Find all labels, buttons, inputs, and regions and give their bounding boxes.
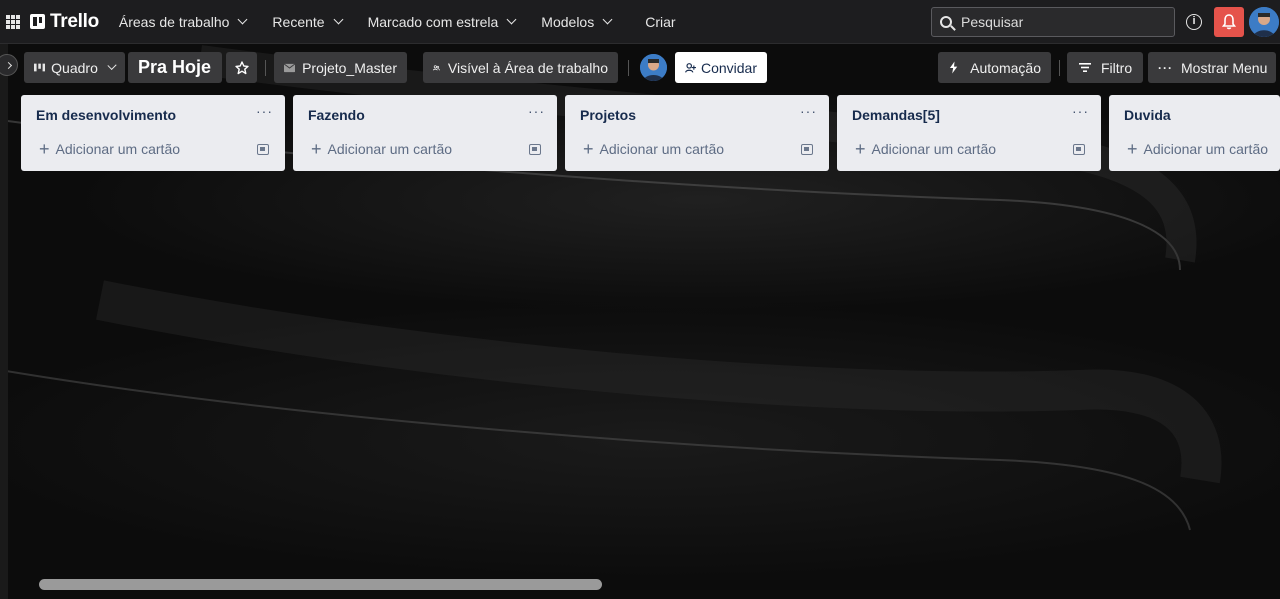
member-avatar[interactable] — [640, 54, 667, 81]
left-edge-strip — [0, 44, 8, 599]
more-icon[interactable]: ··· — [256, 103, 273, 119]
board-view-icon — [34, 63, 46, 72]
list-column[interactable]: Em desenvolvimento ··· + Adicionar um ca… — [21, 95, 285, 171]
visibility-button[interactable]: Visível à Área de trabalho — [423, 52, 618, 83]
horizontal-scrollbar[interactable] — [39, 579, 602, 590]
notifications-button[interactable] — [1214, 7, 1244, 37]
plus-icon: + — [855, 139, 866, 159]
nav-templates-label: Modelos — [541, 13, 595, 30]
filter-button[interactable]: Filtro — [1067, 52, 1143, 83]
workspace-name: Projeto_Master — [302, 59, 397, 76]
user-avatar[interactable] — [1249, 7, 1279, 37]
logo-text: Trello — [50, 10, 99, 32]
list-title[interactable]: Duvida — [1124, 107, 1171, 123]
chevron-down-icon — [506, 14, 517, 25]
add-card-button[interactable]: + Adicionar um cartão — [855, 139, 997, 159]
add-person-icon — [685, 62, 696, 73]
apps-grid-icon[interactable] — [6, 14, 20, 29]
filter-label: Filtro — [1101, 59, 1133, 76]
header-divider — [1059, 60, 1060, 76]
top-navigation-bar: Trello Áreas de trabalho Recente Marcado… — [0, 0, 1280, 44]
avatar-image — [640, 54, 667, 81]
search-icon — [940, 16, 952, 28]
plus-icon: + — [583, 139, 594, 159]
avatar-image — [1249, 7, 1279, 37]
more-icon[interactable]: ··· — [528, 103, 545, 119]
nav-starred-dropdown[interactable]: Marcado com estrela — [367, 13, 517, 30]
add-card-label: Adicionar um cartão — [599, 141, 725, 157]
invite-button[interactable]: Convidar — [675, 52, 767, 83]
show-menu-label: Mostrar Menu — [1181, 59, 1268, 76]
create-button[interactable]: Criar — [645, 14, 675, 30]
more-icon[interactable]: ··· — [800, 103, 817, 119]
plus-icon: + — [1127, 139, 1138, 159]
board-view-label: Quadro — [51, 59, 98, 76]
add-card-button[interactable]: + Adicionar um cartão — [1127, 139, 1269, 159]
chevron-down-icon — [237, 14, 248, 25]
nav-templates-dropdown[interactable]: Modelos — [541, 13, 613, 30]
chevron-down-icon — [333, 14, 344, 25]
nav-recent-dropdown[interactable]: Recente — [272, 13, 344, 30]
add-card-label: Adicionar um cartão — [55, 141, 181, 157]
chevron-down-icon — [602, 14, 613, 25]
template-icon[interactable] — [801, 144, 813, 155]
show-menu-button[interactable]: ··· Mostrar Menu — [1148, 52, 1276, 83]
add-card-button[interactable]: + Adicionar um cartão — [311, 139, 453, 159]
automation-label: Automação — [970, 59, 1041, 76]
template-icon[interactable] — [1073, 144, 1085, 155]
list-title[interactable]: Em desenvolvimento — [36, 107, 176, 123]
info-icon[interactable]: i — [1186, 14, 1202, 30]
list-title[interactable]: Projetos — [580, 107, 636, 123]
trello-logo-icon — [30, 14, 45, 29]
workspace-icon — [284, 62, 296, 72]
board-title[interactable]: Pra Hoje — [128, 52, 222, 83]
list-column[interactable]: Demandas[5] ··· + Adicionar um cartão — [837, 95, 1101, 171]
chevron-down-icon — [107, 60, 117, 71]
nav-workspaces-label: Áreas de trabalho — [118, 13, 230, 30]
add-card-label: Adicionar um cartão — [871, 141, 997, 157]
board-header: Quadro Pra Hoje Projeto_Master Visível à… — [0, 44, 1280, 90]
add-card-button[interactable]: + Adicionar um cartão — [583, 139, 725, 159]
chevron-right-icon — [4, 61, 12, 69]
more-icon: ··· — [1158, 60, 1173, 75]
star-icon — [234, 60, 249, 74]
search-input[interactable] — [961, 14, 1151, 30]
star-board-button[interactable] — [226, 52, 257, 83]
header-divider — [265, 60, 266, 76]
invite-label: Convidar — [700, 59, 757, 76]
automation-button[interactable]: Automação — [938, 52, 1051, 83]
add-card-button[interactable]: + Adicionar um cartão — [39, 139, 181, 159]
template-icon[interactable] — [529, 144, 541, 155]
list-title[interactable]: Fazendo — [308, 107, 365, 123]
list-column[interactable]: Fazendo ··· + Adicionar um cartão — [293, 95, 557, 171]
list-title[interactable]: Demandas[5] — [852, 107, 940, 123]
plus-icon: + — [311, 139, 322, 159]
more-icon[interactable]: ··· — [1072, 103, 1089, 119]
expand-sidebar-button[interactable] — [0, 54, 18, 76]
header-divider — [628, 60, 629, 76]
nav-starred-label: Marcado com estrela — [367, 13, 499, 30]
bell-icon — [1222, 14, 1236, 30]
workspace-button[interactable]: Projeto_Master — [274, 52, 407, 83]
trello-logo[interactable]: Trello — [30, 11, 99, 33]
list-column[interactable]: Duvida + Adicionar um cartão — [1109, 95, 1280, 171]
add-card-label: Adicionar um cartão — [1143, 141, 1269, 157]
filter-icon — [1079, 63, 1091, 72]
board-view-switcher[interactable]: Quadro — [24, 52, 125, 83]
plus-icon: + — [39, 139, 50, 159]
search-box[interactable] — [931, 7, 1175, 37]
nav-workspaces-dropdown[interactable]: Áreas de trabalho — [118, 13, 248, 30]
visibility-icon — [433, 64, 440, 70]
template-icon[interactable] — [257, 144, 269, 155]
list-column[interactable]: Projetos ··· + Adicionar um cartão — [565, 95, 829, 171]
visibility-label: Visível à Área de trabalho — [447, 59, 608, 76]
lightning-icon — [949, 61, 958, 74]
add-card-label: Adicionar um cartão — [327, 141, 453, 157]
nav-recent-label: Recente — [272, 13, 325, 30]
